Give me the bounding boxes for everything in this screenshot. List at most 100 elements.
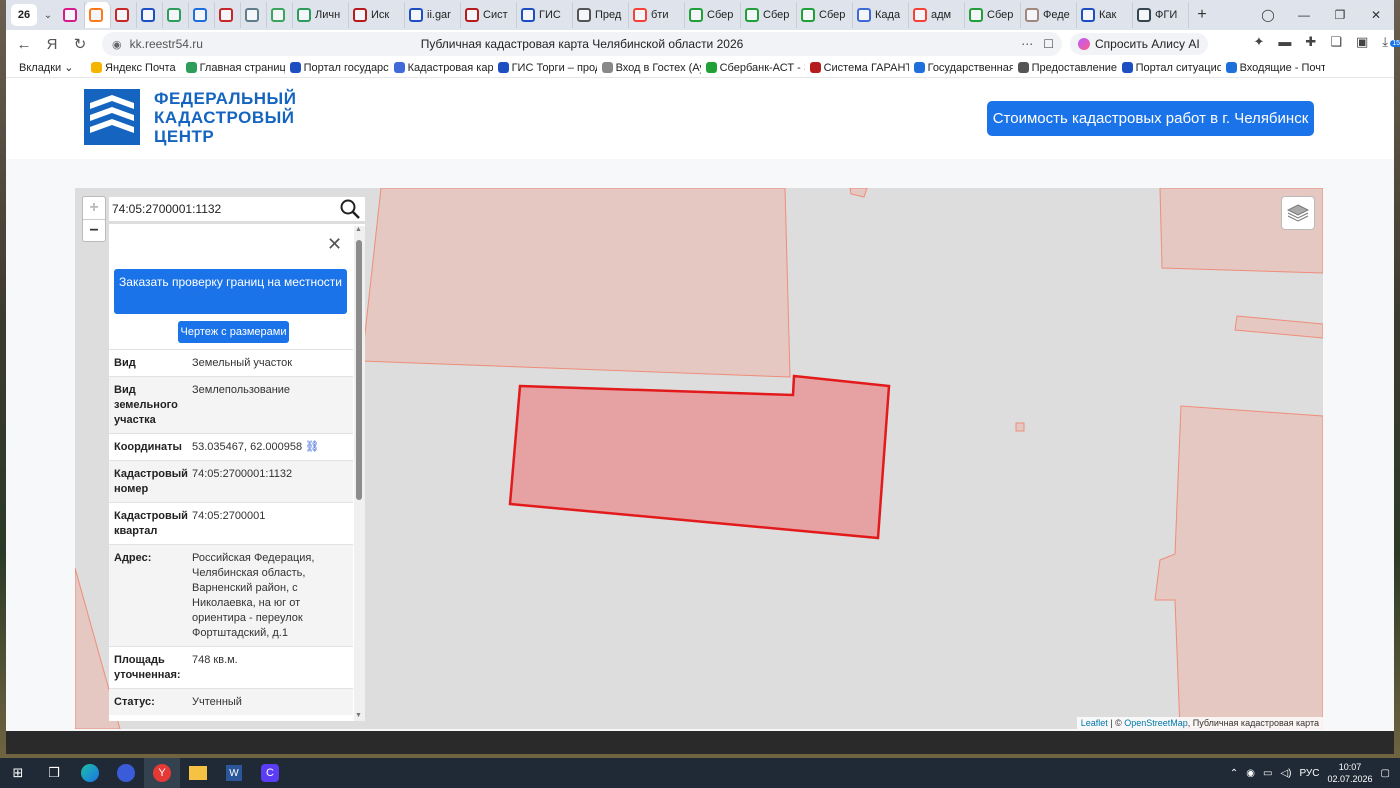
messenger-icon[interactable]: [108, 758, 144, 788]
bookmark-item[interactable]: Вкладки ⌄: [14, 61, 86, 75]
browser-tab[interactable]: [111, 2, 137, 28]
cadastral-search-input[interactable]: 74:05:2700001:1132: [109, 197, 365, 221]
panel-scrollbar[interactable]: ▲ ▼: [354, 226, 365, 721]
browser-tab[interactable]: [59, 2, 85, 28]
fkc-logo-icon[interactable]: [84, 89, 140, 145]
parcel-polygon: [849, 188, 868, 198]
notifications-icon[interactable]: ▢: [1381, 768, 1390, 779]
language-indicator[interactable]: РУС: [1299, 768, 1319, 779]
tab-label: ГИС: [539, 9, 561, 21]
browser-tab[interactable]: Сбер: [965, 2, 1021, 28]
collections-icon[interactable]: ❏: [1330, 34, 1342, 50]
bookmark-item[interactable]: ГИС Торги – прод: [493, 62, 597, 74]
hat-extension-icon[interactable]: ▬: [1278, 34, 1291, 50]
browser-tab[interactable]: [215, 2, 241, 28]
start-windows-icon[interactable]: ⊞: [0, 758, 36, 788]
browser-tab[interactable]: ГИС: [517, 2, 573, 28]
browser-tab[interactable]: Сбер: [685, 2, 741, 28]
bookmark-item[interactable]: Сбербанк-АСТ - Э: [701, 62, 805, 74]
yandex-browser-icon[interactable]: Y: [144, 758, 180, 788]
app-c-icon[interactable]: C: [252, 758, 288, 788]
puzzle-extension-icon[interactable]: ✚: [1305, 34, 1316, 50]
search-icon[interactable]: [339, 198, 361, 220]
bookmark-item[interactable]: Яндекс Почта: [86, 62, 181, 74]
url-text[interactable]: kk.reestr54.ru: [130, 37, 203, 51]
leaflet-link[interactable]: Leaflet: [1081, 718, 1108, 728]
eagle-icon: [809, 62, 821, 73]
yandex-home-icon[interactable]: Я: [38, 36, 66, 53]
tab-list-chevron-icon[interactable]: ⌄: [37, 10, 59, 21]
browser-tab[interactable]: Личн: [293, 2, 349, 28]
browser-tab[interactable]: [137, 2, 163, 28]
cadastral-cost-button[interactable]: Стоимость кадастровых работ в г. Челябин…: [987, 101, 1314, 136]
close-panel-icon[interactable]: ✕: [327, 234, 342, 255]
bookmark-item[interactable]: Портал государст: [285, 62, 389, 74]
wallet-icon[interactable]: ▣: [1356, 34, 1368, 50]
browser-tab[interactable]: Сбер: [797, 2, 853, 28]
task-view-icon[interactable]: ❒: [36, 758, 72, 788]
scroll-down-icon[interactable]: ▼: [355, 712, 362, 719]
search-query[interactable]: 74:05:2700001:1132: [112, 202, 221, 216]
minimize-icon[interactable]: —: [1286, 8, 1322, 22]
browser-tab[interactable]: [85, 2, 111, 28]
bookmark-item[interactable]: Кадастровая карт: [389, 62, 493, 74]
osm-link[interactable]: OpenStreetMap: [1124, 718, 1188, 728]
layers-button[interactable]: [1281, 196, 1315, 230]
zoom-out-button[interactable]: −: [83, 219, 105, 241]
edge-icon[interactable]: [72, 758, 108, 788]
back-icon[interactable]: ←: [10, 36, 38, 53]
url-field[interactable]: ◉ kk.reestr54.ru Публичная кадастровая к…: [102, 32, 1062, 56]
browser-tab[interactable]: ФГИ: [1133, 2, 1189, 28]
bookmark-item[interactable]: Государственная: [909, 62, 1013, 74]
browser-tab[interactable]: Иск: [349, 2, 405, 28]
browser-tab[interactable]: Пред: [573, 2, 629, 28]
browser-tab[interactable]: [267, 2, 293, 28]
tray-chevron-icon[interactable]: ⌃: [1230, 768, 1238, 779]
browser-tab[interactable]: ii.gar: [405, 2, 461, 28]
maximize-icon[interactable]: ❐: [1322, 8, 1358, 22]
zoom-in-button[interactable]: +: [83, 197, 105, 219]
volume-icon[interactable]: ◁): [1280, 768, 1291, 779]
cadastral-map[interactable]: + − 74:05:2700001:1132 ✕ Заказать провер…: [75, 188, 1323, 729]
tray-app-icon[interactable]: ◉: [1246, 768, 1255, 779]
file-explorer-icon[interactable]: [180, 758, 216, 788]
browser-tab[interactable]: Феде: [1021, 2, 1077, 28]
clock[interactable]: 10:07 02.07.2026: [1328, 761, 1373, 785]
downloads-icon[interactable]: ⤓ 15: [1382, 34, 1400, 50]
drawing-with-dimensions-button[interactable]: Чертеж с размерами: [178, 321, 289, 343]
route-link-icon[interactable]: ⛓: [302, 441, 319, 453]
attribute-row: Статус: Учтенный: [109, 688, 353, 715]
site-logo-text[interactable]: ФЕДЕРАЛЬНЫЙ КАДАСТРОВЫЙ ЦЕНТР: [154, 89, 296, 146]
scroll-up-icon[interactable]: ▲: [355, 226, 362, 233]
site-info-icon[interactable]: ◉: [112, 38, 122, 51]
ask-alice-button[interactable]: Спросить Алису AI: [1070, 33, 1208, 55]
browser-tab[interactable]: бти: [629, 2, 685, 28]
browser-tab[interactable]: [189, 2, 215, 28]
new-tab-plus-icon[interactable]: +: [1189, 6, 1215, 24]
browser-tab[interactable]: [163, 2, 189, 28]
reload-icon[interactable]: ↻: [66, 35, 94, 53]
bookmark-item[interactable]: Вход в Гостех (Ау: [597, 62, 701, 74]
more-icon[interactable]: ⋯: [1021, 37, 1033, 51]
sber-icon: [689, 8, 703, 22]
bookmark-item[interactable]: Предоставление: [1013, 62, 1117, 74]
bookmark-item[interactable]: Портал ситуацио: [1117, 62, 1221, 74]
close-window-icon[interactable]: ✕: [1358, 8, 1394, 22]
bookmark-item[interactable]: Система ГАРАНТ: [805, 62, 909, 74]
scroll-thumb[interactable]: [356, 240, 362, 500]
tab-count-badge[interactable]: 26: [11, 4, 37, 26]
bookmark-icon[interactable]: ☐: [1043, 37, 1054, 51]
browser-tab[interactable]: Сбер: [741, 2, 797, 28]
bookmark-item[interactable]: Входящие - Почта: [1221, 62, 1325, 74]
network-icon[interactable]: ▭: [1263, 768, 1272, 779]
profile-icon[interactable]: ◯: [1250, 8, 1286, 22]
bookmark-item[interactable]: Главная страница: [181, 62, 285, 74]
browser-tab[interactable]: Када: [853, 2, 909, 28]
browser-tab[interactable]: Как: [1077, 2, 1133, 28]
browser-tab[interactable]: Сист: [461, 2, 517, 28]
browser-tab[interactable]: [241, 2, 267, 28]
order-boundary-check-button[interactable]: Заказать проверку границ на местности: [114, 269, 347, 314]
word-icon[interactable]: W: [216, 758, 252, 788]
browser-tab[interactable]: адм: [909, 2, 965, 28]
bolt-extension-icon[interactable]: ✦: [1253, 34, 1264, 50]
